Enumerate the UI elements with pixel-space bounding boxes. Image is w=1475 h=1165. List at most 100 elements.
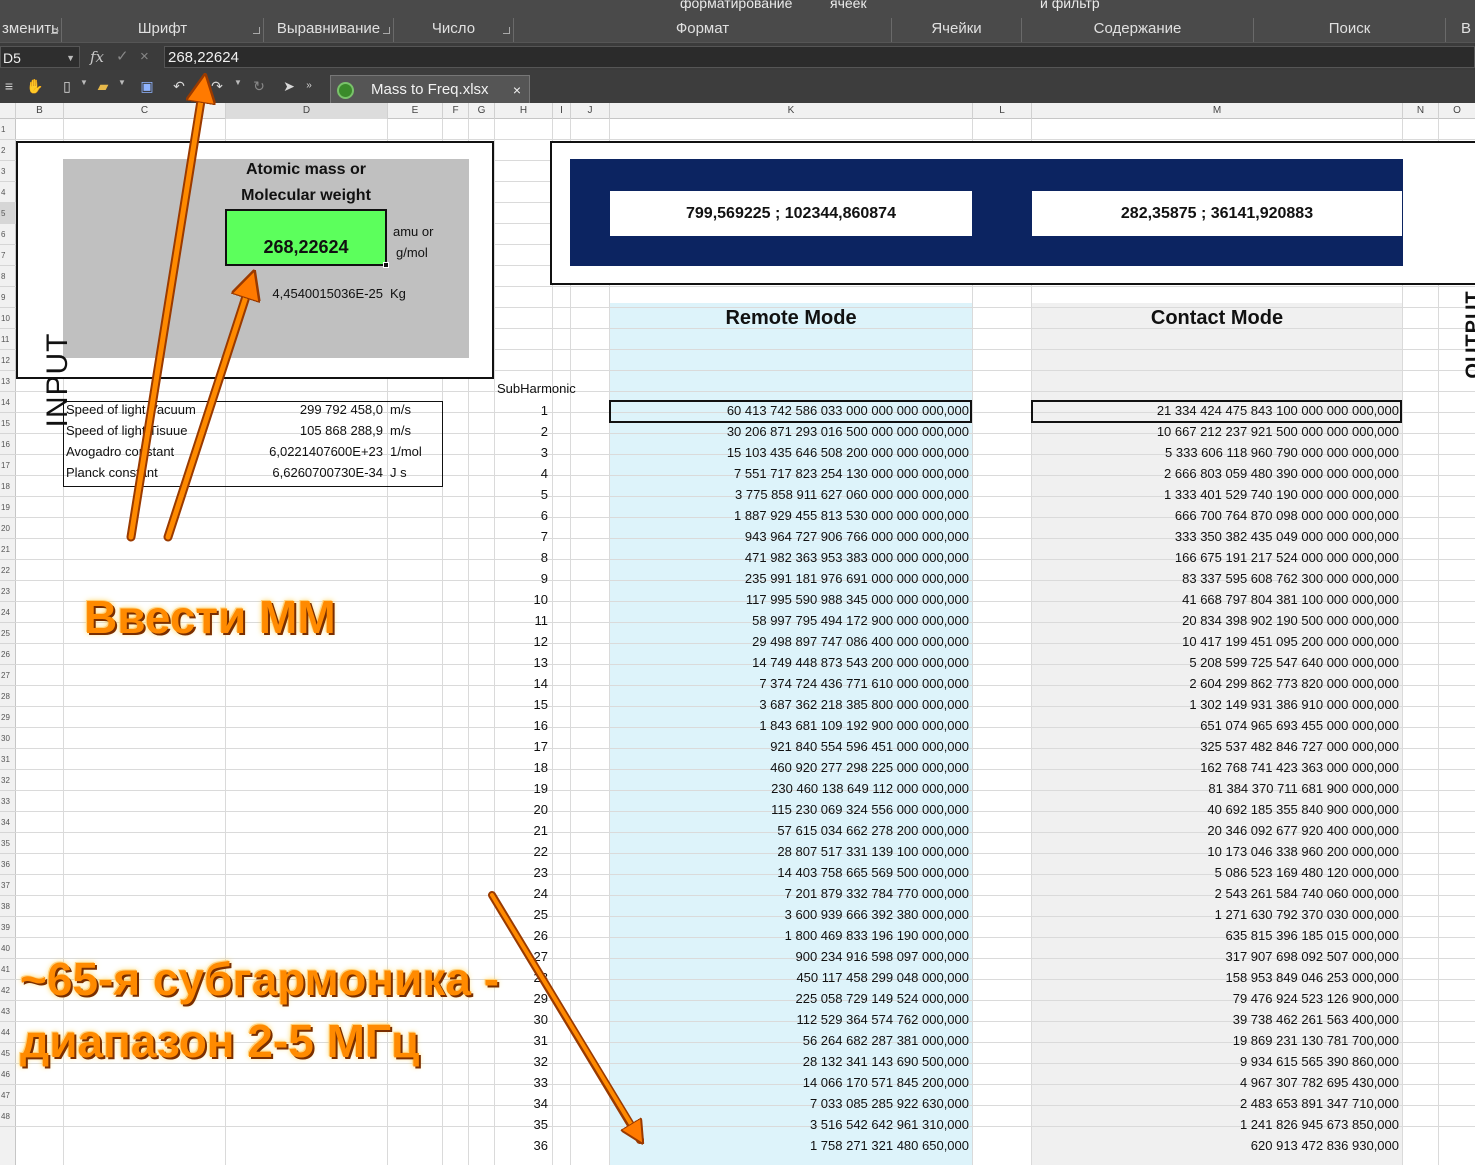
ribbon-group-format[interactable]: Формат bbox=[514, 18, 892, 42]
subharmonic-index[interactable]: 30 bbox=[495, 1012, 548, 1027]
subharmonic-index[interactable]: 25 bbox=[495, 907, 548, 922]
remote-mode-value[interactable]: 7 201 879 332 784 770 000,000 bbox=[610, 886, 969, 901]
subharmonic-index[interactable]: 26 bbox=[495, 928, 548, 943]
open-folder-icon[interactable]: ▰ bbox=[94, 77, 112, 95]
column-header-m[interactable]: M bbox=[1032, 103, 1403, 119]
ribbon-group-font[interactable]: Шрифт bbox=[62, 18, 264, 42]
save-icon[interactable]: ▣ bbox=[138, 77, 156, 95]
remote-mode-value[interactable]: 57 615 034 662 278 200 000,000 bbox=[610, 823, 969, 838]
contact-mode-value[interactable]: 83 337 595 608 762 300 000 000,000 bbox=[1032, 571, 1399, 586]
contact-mode-value[interactable]: 41 668 797 804 381 100 000 000,000 bbox=[1032, 592, 1399, 607]
subharmonic-index[interactable]: 7 bbox=[495, 529, 548, 544]
ribbon-group-search[interactable]: Поиск bbox=[1254, 18, 1446, 42]
column-header-f[interactable]: F bbox=[443, 103, 469, 119]
remote-mode-value[interactable]: 471 982 363 953 383 000 000 000,000 bbox=[610, 550, 969, 565]
row-header[interactable]: 25 bbox=[0, 623, 16, 644]
subharmonic-index[interactable]: 5 bbox=[495, 487, 548, 502]
row-header[interactable]: 8 bbox=[0, 266, 16, 287]
column-header-o[interactable]: O bbox=[1439, 103, 1475, 119]
remote-mode-value[interactable]: 1 843 681 109 192 900 000 000,000 bbox=[610, 718, 969, 733]
remote-mode-value[interactable]: 460 920 277 298 225 000 000,000 bbox=[610, 760, 969, 775]
row-header[interactable]: 23 bbox=[0, 581, 16, 602]
function-icon[interactable]: fx bbox=[90, 47, 104, 67]
contact-mode-value[interactable]: 333 350 382 435 049 000 000 000,000 bbox=[1032, 529, 1399, 544]
contact-mode-value[interactable]: 2 666 803 059 480 390 000 000 000,000 bbox=[1032, 466, 1399, 481]
column-header-l[interactable]: L bbox=[973, 103, 1032, 119]
chevron-down-icon[interactable]: ▼ bbox=[234, 78, 242, 87]
subharmonic-index[interactable]: 19 bbox=[495, 781, 548, 796]
repeat-icon[interactable]: ↻ bbox=[250, 77, 268, 95]
fill-handle[interactable] bbox=[383, 262, 389, 268]
ribbon-group-edit[interactable]: зменить bbox=[0, 18, 62, 42]
remote-mode-value[interactable]: 29 498 897 747 086 400 000 000,000 bbox=[610, 634, 969, 649]
remote-mode-value[interactable]: 30 206 871 293 016 500 000 000 000,000 bbox=[610, 424, 969, 439]
contact-mode-value[interactable]: 19 869 231 130 781 700,000 bbox=[1032, 1033, 1399, 1048]
formula-input[interactable]: 268,22624 bbox=[164, 46, 1475, 68]
contact-mode-value[interactable]: 10 173 046 338 960 200 000,000 bbox=[1032, 844, 1399, 859]
contact-mode-value[interactable]: 5 333 606 118 960 790 000 000 000,000 bbox=[1032, 445, 1399, 460]
subharmonic-index[interactable]: 14 bbox=[495, 676, 548, 691]
contact-mode-value[interactable]: 620 913 472 836 930,000 bbox=[1032, 1138, 1399, 1153]
row-header[interactable]: 47 bbox=[0, 1085, 16, 1106]
remote-mode-value[interactable]: 15 103 435 646 508 200 000 000 000,000 bbox=[610, 445, 969, 460]
remote-mode-value[interactable]: 450 117 458 299 048 000,000 bbox=[610, 970, 969, 985]
chevron-down-icon[interactable]: ▼ bbox=[80, 78, 88, 87]
redo-icon[interactable]: ↷ bbox=[208, 77, 226, 95]
contact-mode-value[interactable]: 9 934 615 565 390 860,000 bbox=[1032, 1054, 1399, 1069]
row-header[interactable]: 2 bbox=[0, 140, 16, 161]
remote-mode-value[interactable]: 7 551 717 823 254 130 000 000 000,000 bbox=[610, 466, 969, 481]
remote-mode-value[interactable]: 1 887 929 455 813 530 000 000 000,000 bbox=[610, 508, 969, 523]
row-header[interactable]: 33 bbox=[0, 791, 16, 812]
row-header[interactable]: 19 bbox=[0, 497, 16, 518]
row-header[interactable]: 18 bbox=[0, 476, 16, 497]
ribbon-group-content[interactable]: Содержание bbox=[1022, 18, 1254, 42]
row-header[interactable]: 37 bbox=[0, 875, 16, 896]
remote-mode-value[interactable]: 7 374 724 436 771 610 000 000,000 bbox=[610, 676, 969, 691]
select-pointer-icon[interactable]: ➤ bbox=[280, 77, 298, 95]
remote-mode-value[interactable]: 14 403 758 665 569 500 000,000 bbox=[610, 865, 969, 880]
remote-mode-value[interactable]: 60 413 742 586 033 000 000 000 000,000 bbox=[610, 403, 969, 418]
column-header-h[interactable]: H bbox=[495, 103, 553, 119]
ribbon-group-alignment[interactable]: Выравнивание bbox=[264, 18, 394, 42]
contact-mode-value[interactable]: 1 271 630 792 370 030 000,000 bbox=[1032, 907, 1399, 922]
column-header-j[interactable]: J bbox=[571, 103, 610, 119]
subharmonic-index[interactable]: 22 bbox=[495, 844, 548, 859]
ribbon-top-cell-styles[interactable]: ячеек bbox=[830, 0, 867, 11]
remote-mode-value[interactable]: 921 840 554 596 451 000 000,000 bbox=[610, 739, 969, 754]
subharmonic-index[interactable]: 32 bbox=[495, 1054, 548, 1069]
row-header[interactable]: 15 bbox=[0, 413, 16, 434]
contact-mode-value[interactable]: 20 346 092 677 920 400 000,000 bbox=[1032, 823, 1399, 838]
remote-mode-value[interactable]: 235 991 181 976 691 000 000 000,000 bbox=[610, 571, 969, 586]
subharmonic-index[interactable]: 3 bbox=[495, 445, 548, 460]
subharmonic-index[interactable]: 1 bbox=[495, 403, 548, 418]
undo-icon[interactable]: ↶ bbox=[170, 77, 188, 95]
contact-mode-value[interactable]: 317 907 698 092 507 000,000 bbox=[1032, 949, 1399, 964]
chevron-down-icon[interactable]: ▼ bbox=[66, 47, 75, 69]
remote-mode-value[interactable]: 3 687 362 218 385 800 000 000,000 bbox=[610, 697, 969, 712]
column-header-k[interactable]: K bbox=[610, 103, 973, 119]
subharmonic-index[interactable]: 35 bbox=[495, 1117, 548, 1132]
contact-mode-value[interactable]: 79 476 924 523 126 900,000 bbox=[1032, 991, 1399, 1006]
row-header[interactable]: 44 bbox=[0, 1022, 16, 1043]
contact-mode-value[interactable]: 39 738 462 261 563 400,000 bbox=[1032, 1012, 1399, 1027]
contact-mode-value[interactable]: 5 208 599 725 547 640 000 000,000 bbox=[1032, 655, 1399, 670]
subharmonic-index[interactable]: 9 bbox=[495, 571, 548, 586]
remote-mode-value[interactable]: 943 964 727 906 766 000 000 000,000 bbox=[610, 529, 969, 544]
menu-icon[interactable]: ≡ bbox=[0, 77, 18, 95]
row-header[interactable]: 26 bbox=[0, 644, 16, 665]
row-header[interactable]: 32 bbox=[0, 770, 16, 791]
subharmonic-index[interactable]: 6 bbox=[495, 508, 548, 523]
hand-tool-icon[interactable]: ✋ bbox=[26, 77, 44, 95]
subharmonic-index[interactable]: 17 bbox=[495, 739, 548, 754]
subharmonic-index[interactable]: 18 bbox=[495, 760, 548, 775]
column-header-e[interactable]: E bbox=[388, 103, 443, 119]
row-header[interactable]: 11 bbox=[0, 329, 16, 350]
contact-mode-value[interactable]: 651 074 965 693 455 000 000,000 bbox=[1032, 718, 1399, 733]
row-header[interactable]: 40 bbox=[0, 938, 16, 959]
row-header[interactable]: 16 bbox=[0, 434, 16, 455]
row-header[interactable]: 17 bbox=[0, 455, 16, 476]
row-header[interactable]: 21 bbox=[0, 539, 16, 560]
contact-mode-value[interactable]: 5 086 523 169 480 120 000,000 bbox=[1032, 865, 1399, 880]
subharmonic-index[interactable]: 27 bbox=[495, 949, 548, 964]
row-header[interactable]: 12 bbox=[0, 350, 16, 371]
